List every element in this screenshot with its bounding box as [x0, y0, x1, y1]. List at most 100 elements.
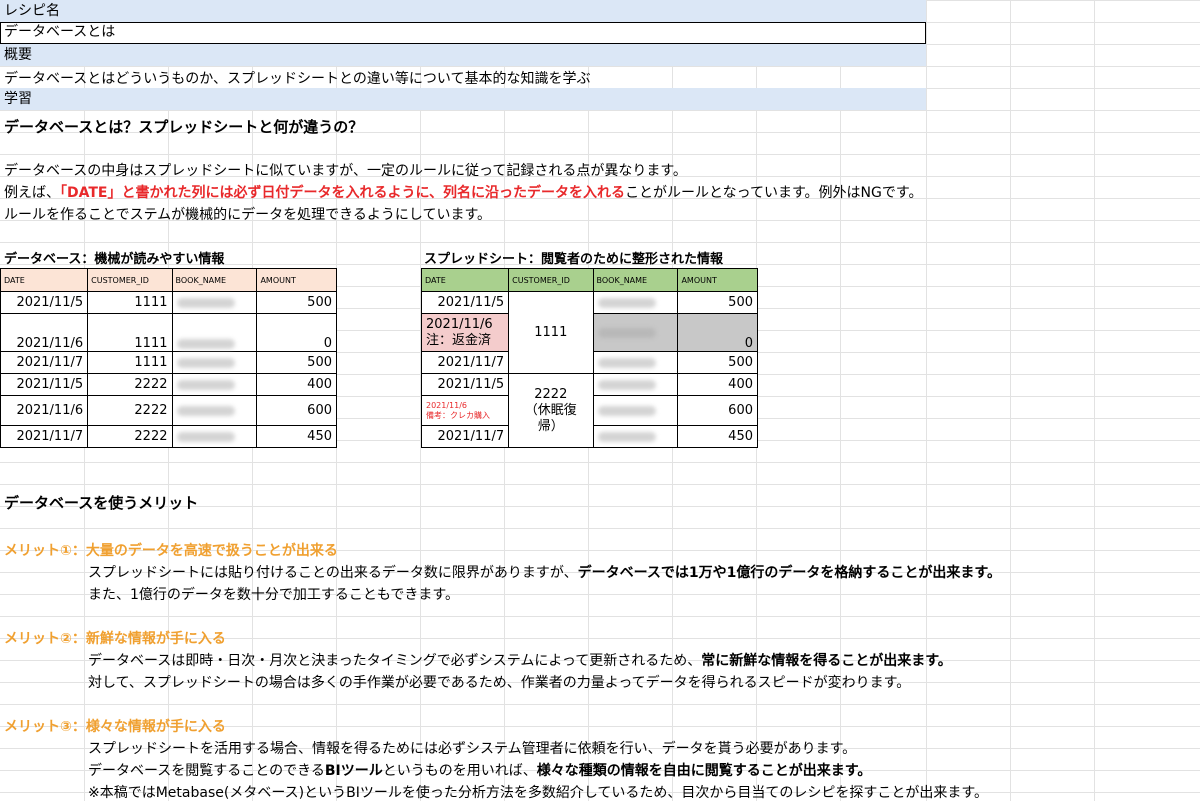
customer-cell[interactable]: 1111 — [87, 291, 173, 314]
summary-label-cell[interactable]: 概要 — [0, 44, 926, 66]
book-name-cell[interactable] — [592, 291, 679, 314]
db-table-header: DATE CUSTOMER_ID BOOK_NAME AMOUNT — [0, 268, 337, 292]
merit-3-line-3[interactable]: ※本稿ではMetabase(メタベース)というBIツールを使った分析方法を多数紹… — [88, 782, 988, 802]
intro-line-2-highlight: 「DATE」と書かれた列には必ず日付データを入れるように、列名に沿ったデータを入… — [60, 185, 626, 201]
blurred-text — [176, 405, 235, 416]
date-cell[interactable]: 2021/11/5 — [420, 291, 510, 314]
amount-cell[interactable]: 600 — [677, 395, 758, 426]
date-cell[interactable]: 2021/11/5 — [420, 373, 510, 396]
customer-merged-cell[interactable]: 2222 （休眠復 帰） — [508, 373, 594, 448]
bi-tool-emphasis: BIツール — [324, 763, 383, 779]
date-cell[interactable]: 2021/11/6 — [0, 313, 89, 352]
blurred-text — [176, 357, 235, 368]
merit-1-line-1-text: スプレッドシートには貼り付けることの出来るデータ数に限界がありますが、 — [88, 565, 578, 581]
book-name-cell[interactable] — [592, 351, 679, 374]
amount-cell[interactable]: 450 — [677, 425, 758, 448]
date-cell[interactable]: 2021/11/7 — [0, 351, 89, 374]
merit-3-line-1[interactable]: スプレッドシートを活用する場合、情報を得るためには必ずシステム管理者に依頼を行い… — [88, 738, 856, 758]
amount-cell[interactable]: 500 — [256, 291, 337, 314]
db-table-title[interactable]: データベース：機械が読みやすい情報 — [4, 248, 224, 267]
customer-cell[interactable]: 1111 — [87, 313, 173, 352]
recipe-label-cell[interactable]: レシピ名 — [0, 0, 926, 22]
book-name-cell[interactable] — [171, 425, 258, 448]
customer-cell[interactable]: 1111 — [87, 351, 173, 374]
merit-2-line-1-text: データベースは即時・日次・月次と決まったタイミングで必ずシステムによって更新され… — [88, 653, 702, 669]
book-name-cell[interactable] — [171, 395, 258, 426]
customer-cell[interactable]: 2222 — [87, 395, 173, 426]
amount-cell[interactable]: 500 — [677, 291, 758, 314]
card-note: 備考：クレカ購入 — [426, 410, 490, 420]
grid-column-line — [1094, 0, 1095, 801]
blurred-text — [597, 357, 656, 368]
merit-1-line-1[interactable]: スプレッドシートには貼り付けることの出来るデータ数に限界がありますが、データベー… — [88, 562, 1001, 582]
date-note-cell[interactable]: 2021/11/6 注：返金済 — [420, 313, 510, 352]
header-date[interactable]: DATE — [0, 268, 89, 292]
customer-note-line: 帰） — [537, 418, 564, 434]
header-date[interactable]: DATE — [420, 268, 510, 292]
table-row: 2021/11/6 1111 0 — [0, 313, 337, 352]
merits-heading[interactable]: データベースを使うメリット — [4, 492, 198, 513]
recipe-name-cell[interactable]: データベースとは — [0, 22, 926, 44]
merit-2-line-1[interactable]: データベースは即時・日次・月次と決まったタイミングで必ずシステムによって更新され… — [88, 650, 952, 670]
amount-cell[interactable]: 0 — [677, 313, 758, 352]
intro-heading[interactable]: データベースとは？スプレッドシートと何が違うの？ — [4, 116, 363, 137]
sheet-table: DATE CUSTOMER_ID BOOK_NAME AMOUNT 2021/1… — [420, 268, 758, 448]
summary-value-cell[interactable]: データベースとはどういうものか、スプレッドシートとの違い等について基本的な知識を… — [4, 68, 590, 88]
refund-note: 注：返金済 — [426, 332, 492, 348]
date-cell[interactable]: 2021/11/5 — [0, 373, 89, 396]
date-text: 2021/11/6 — [426, 400, 468, 410]
date-text: 2021/11/6 — [426, 316, 493, 332]
merit-3-line-2[interactable]: データベースを閲覧することのできるBIツールというものを用いれば、様々な種類の情… — [88, 760, 871, 780]
book-name-cell[interactable] — [171, 313, 258, 352]
date-cell[interactable]: 2021/11/7 — [420, 425, 510, 448]
grid-column-line — [1010, 0, 1011, 801]
header-amount[interactable]: AMOUNT — [256, 268, 337, 292]
merit-3-title[interactable]: メリット③：様々な情報が手に入る — [4, 716, 226, 736]
date-note-cell[interactable]: 2021/11/6 備考：クレカ購入 — [420, 395, 510, 426]
amount-cell[interactable]: 500 — [677, 351, 758, 374]
book-name-cell[interactable] — [592, 313, 679, 352]
merit-2-line-2[interactable]: 対して、スプレッドシートの場合は多くの手作業が必要であるため、作業者の力量よって… — [88, 672, 910, 692]
merit-2-title[interactable]: メリット②：新鮮な情報が手に入る — [4, 628, 226, 648]
date-cell[interactable]: 2021/11/7 — [420, 351, 510, 374]
header-book-name[interactable]: BOOK_NAME — [592, 268, 679, 292]
book-name-cell[interactable] — [171, 373, 258, 396]
table-row: 2021/11/5 1111 500 — [0, 291, 337, 314]
customer-id-text: 2222 — [534, 386, 568, 402]
table-row: 2021/11/7 1111 500 — [0, 351, 337, 374]
intro-line-2[interactable]: 例えば、「DATE」と書かれた列には必ず日付データを入れるように、列名に沿ったデ… — [4, 182, 922, 202]
learning-label-cell[interactable]: 学習 — [0, 88, 926, 110]
amount-cell[interactable]: 0 — [256, 313, 337, 352]
book-name-cell[interactable] — [592, 425, 679, 448]
header-amount[interactable]: AMOUNT — [677, 268, 758, 292]
amount-cell[interactable]: 450 — [256, 425, 337, 448]
amount-cell[interactable]: 400 — [677, 373, 758, 396]
amount-cell[interactable]: 600 — [256, 395, 337, 426]
customer-cell[interactable]: 2222 — [87, 425, 173, 448]
book-name-cell[interactable] — [592, 395, 679, 426]
sheet-table-title[interactable]: スプレッドシート：閲覧者のために整形された情報 — [424, 248, 723, 267]
customer-merged-cell[interactable]: 1111 — [508, 291, 594, 374]
intro-line-2-prefix: 例えば、 — [4, 185, 60, 201]
blurred-text — [176, 431, 235, 442]
book-name-cell[interactable] — [171, 351, 258, 374]
merit-2-line-1-emphasis: 常に新鮮な情報を得ることが出来ます。 — [701, 653, 952, 669]
book-name-cell[interactable] — [171, 291, 258, 314]
merit-3-line-2-text: というものを用いれば、 — [382, 763, 537, 779]
sheet-table-header: DATE CUSTOMER_ID BOOK_NAME AMOUNT — [420, 268, 758, 292]
amount-cell[interactable]: 500 — [256, 351, 337, 374]
customer-cell[interactable]: 2222 — [87, 373, 173, 396]
intro-line-1[interactable]: データベースの中身はスプレッドシートに似ていますが、一定のルールに従って記録され… — [4, 160, 687, 180]
date-cell[interactable]: 2021/11/6 — [0, 395, 89, 426]
header-customer-id[interactable]: CUSTOMER_ID — [508, 268, 594, 292]
merit-1-line-2[interactable]: また、1億行のデータを数十分で加工することもできます。 — [88, 584, 459, 604]
merit-1-title[interactable]: メリット①：大量のデータを高速で扱うことが出来る — [4, 540, 338, 560]
header-customer-id[interactable]: CUSTOMER_ID — [87, 268, 173, 292]
date-cell[interactable]: 2021/11/7 — [0, 425, 89, 448]
date-cell[interactable]: 2021/11/5 — [0, 291, 89, 314]
header-book-name[interactable]: BOOK_NAME — [171, 268, 258, 292]
book-name-cell[interactable] — [592, 373, 679, 396]
intro-line-3[interactable]: ルールを作ることでステムが機械的にデータを処理できるようにしています。 — [4, 204, 491, 224]
merit-3-line-2-emphasis: 様々な種類の情報を自由に閲覧することが出来ます。 — [536, 763, 872, 779]
amount-cell[interactable]: 400 — [256, 373, 337, 396]
